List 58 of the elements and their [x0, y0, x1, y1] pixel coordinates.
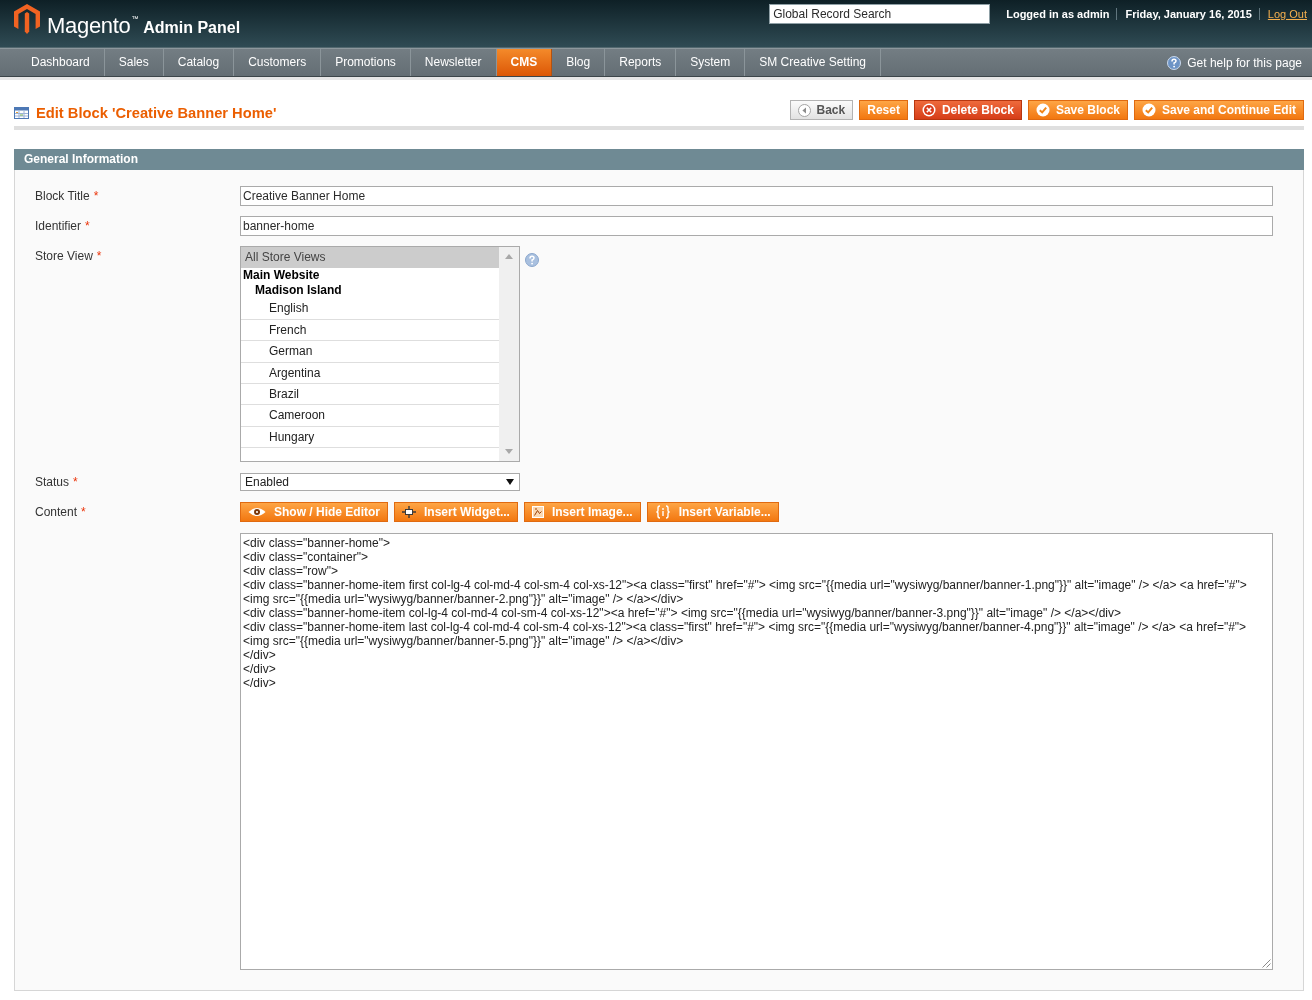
list-option[interactable]: Hungary: [241, 426, 499, 449]
search-field[interactable]: Global Record Search: [769, 4, 991, 24]
field-label: Identifier: [35, 218, 82, 235]
back-button[interactable]: Back: [789, 100, 854, 120]
nav-item[interactable]: CMS: [496, 49, 553, 76]
caret-down-icon: [506, 479, 514, 485]
store-view-listbox[interactable]: All Store Views Main Website Madison Island English French German Argentina Brazil Cameroon Hungary: [240, 246, 520, 462]
required-mark: *: [96, 248, 102, 265]
brand-name: Magento$^{™}$: [47, 12, 139, 39]
scroll-down-icon[interactable]: [505, 449, 513, 454]
field-label: Block Title: [35, 188, 90, 205]
list-option[interactable]: Brazil: [241, 383, 499, 406]
help-link[interactable]: Get help for this page: [1167, 49, 1312, 76]
product-name: Admin Panel: [143, 19, 241, 37]
date-text: Friday, January 16, 2015: [1116, 8, 1252, 20]
insert-variable-button[interactable]: Insert Variable...: [646, 502, 779, 522]
braces-icon: [654, 505, 671, 519]
page-title: Edit Block 'Creative Banner Home': [36, 104, 277, 122]
list-option[interactable]: German: [241, 341, 499, 363]
check-circle-icon: [1035, 103, 1050, 117]
user-info: Logged in as admin: [1006, 8, 1110, 20]
field-label: Content: [35, 504, 78, 521]
scroll-up-icon[interactable]: [505, 254, 513, 259]
logo-icon: [14, 4, 40, 34]
check-circle-icon: [1142, 103, 1156, 117]
insert-image-button[interactable]: Insert Image...: [523, 502, 641, 522]
list-option[interactable]: English: [241, 298, 499, 320]
content-textarea[interactable]: <div class="banner-home"> <div class="container"> <div class="row"> <div class="banner-home-item first col-lg-4 col-md-4 col-sm-4 col-xs-12"><a class="first" href="#"> <img src="{{media url="wysiwyg/banner/banner-1.png"}}" alt="image" /> </a> <a href="#"> <img src="{{media url="wysiwyg/banner/banner-2.png"}}" alt="image" /> </a></div> <div class="banner-home-item col-lg-4 col-md-4 col-sm-4 col-xs-12"><a href="#"> <img src="{{media url="wysiwyg/banner/banner-3.png"}}" alt="image" /> </a></div> <div class="banner-home-item last col-lg-4 col-md-4 col-sm-4 col-xs-12"><a class="first" href="#"> <img src="{{media url="wysiwyg/banner/banner-4.png"}}" alt="image" /> </a> <a href="#"> <img src="{{media url="wysiwyg/banner/banner-5.png"}}" alt="image" /> </a></div> </div> </div> </div>: [240, 533, 1273, 970]
section-header: General Information: [14, 149, 1304, 170]
help-icon: [1167, 55, 1182, 70]
picture-icon: [531, 506, 544, 518]
crosshair-icon: [402, 506, 416, 518]
required-mark: *: [81, 504, 86, 521]
text-field[interactable]: banner-home: [240, 216, 1273, 236]
scrollbar[interactable]: [499, 247, 519, 461]
required-mark: *: [85, 218, 90, 235]
delete-button[interactable]: Delete Block: [913, 100, 1022, 120]
required-mark: *: [73, 474, 78, 491]
help-icon[interactable]: [525, 253, 539, 267]
list-option[interactable]: French: [241, 319, 499, 342]
x-circle-icon: [921, 103, 936, 117]
option-group-label: Madison Island: [254, 283, 343, 299]
save-button[interactable]: Save Block: [1027, 100, 1128, 120]
status-select[interactable]: Enabled: [240, 473, 520, 491]
list-option[interactable]: All Store Views: [241, 247, 499, 269]
field-label: Store View: [35, 248, 93, 265]
save-button[interactable]: Save and Continue Edit: [1134, 100, 1304, 120]
list-option[interactable]: Argentina: [241, 362, 499, 384]
grid-icon: [14, 107, 29, 119]
insert-widget-button[interactable]: Insert Widget...: [394, 502, 518, 522]
required-mark: *: [93, 188, 99, 205]
text-field[interactable]: Creative Banner Home: [240, 186, 1273, 206]
field-label: Status: [35, 474, 70, 491]
list-option[interactable]: Cameroon: [241, 405, 499, 427]
resize-grip-icon[interactable]: [1262, 959, 1271, 968]
eye-icon: [248, 507, 266, 517]
option-group-label: Main Website: [242, 268, 321, 284]
logout-link[interactable]: Log Out: [1258, 8, 1307, 20]
